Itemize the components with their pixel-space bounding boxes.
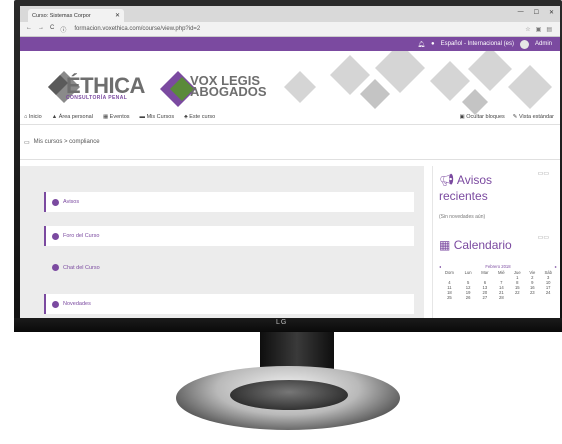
block-controls-icon[interactable]: ▭▭ bbox=[538, 170, 549, 177]
course-content: Avisos Foro del Curso Chat del Curso Nov… bbox=[20, 166, 424, 318]
calendar-block-title: ▦ Calendario bbox=[439, 238, 512, 252]
monitor-logo: LG bbox=[276, 319, 288, 326]
address-bar: ← → C ⓘ formacion.voxethica.com/course/v… bbox=[20, 22, 560, 37]
calendar: ◂ Febrero 2018 ▸ Dom Lun Mar Mié Jue Vie… bbox=[439, 264, 557, 300]
forward-icon[interactable]: → bbox=[38, 25, 44, 34]
back-icon[interactable]: ← bbox=[26, 25, 32, 34]
day[interactable]: 25 bbox=[439, 295, 460, 300]
section-chat[interactable]: Chat del Curso bbox=[44, 264, 100, 271]
folder-icon: ▭ bbox=[24, 139, 30, 146]
browser-tab[interactable]: Curso: Sistemas Corpor ✕ bbox=[28, 9, 124, 22]
breadcrumb-text[interactable]: Mis cursos > compliance bbox=[34, 139, 100, 145]
star-icon[interactable]: ☆ bbox=[525, 26, 530, 33]
megaphone-icon: 📢︎ bbox=[439, 173, 455, 187]
calendar-month: Febrero 2018 bbox=[485, 264, 511, 269]
screen: Curso: Sistemas Corpor ✕ — ☐ ✕ ← → C ⓘ f… bbox=[20, 6, 560, 318]
chat-icon[interactable]: ● bbox=[431, 41, 435, 47]
hide-blocks-button[interactable]: ▣ Ocultar bloques bbox=[460, 114, 505, 120]
partner-name: VOX LEGIS ABOGADOS bbox=[190, 74, 267, 99]
calendar-grid: Dom Lun Mar Mié Jue Vie Sáb 1 2 3 4 5 6 … bbox=[439, 270, 557, 300]
menu-item-eventos[interactable]: ▦ Eventos bbox=[103, 114, 130, 120]
close-tab-icon[interactable]: ✕ bbox=[115, 12, 120, 19]
menu-icon[interactable]: ▤ bbox=[546, 26, 552, 33]
day[interactable] bbox=[525, 295, 539, 300]
language-selector[interactable]: Español - Internacional (es) bbox=[441, 41, 514, 47]
prev-month-icon[interactable]: ◂ bbox=[439, 264, 441, 269]
monitor-chin bbox=[14, 318, 562, 332]
forum-icon bbox=[52, 198, 59, 206]
maximize-icon[interactable]: ☐ bbox=[534, 9, 539, 16]
section-foro[interactable]: Foro del Curso bbox=[44, 226, 414, 246]
extension-icon[interactable]: ▣ bbox=[536, 26, 542, 33]
menu-item-este-curso[interactable]: ♣ Este curso bbox=[184, 114, 215, 120]
chat-icon bbox=[52, 264, 59, 271]
minimize-icon[interactable]: — bbox=[518, 9, 524, 16]
section-label: Foro del Curso bbox=[63, 233, 100, 239]
avatar[interactable] bbox=[519, 39, 529, 49]
section-label: Novedades bbox=[63, 301, 91, 307]
site-topbar: 🔔︎ ● Español - Internacional (es) Admin bbox=[20, 37, 560, 51]
reload-icon[interactable]: C bbox=[50, 25, 54, 34]
user-menu[interactable]: Admin bbox=[535, 41, 552, 47]
menu-item-inicio[interactable]: ⌂ Inicio bbox=[24, 114, 42, 120]
url-field[interactable]: formacion.voxethica.com/course/view.php?… bbox=[74, 26, 200, 32]
section-label: Avisos bbox=[63, 199, 80, 205]
tab-title: Curso: Sistemas Corpor bbox=[32, 12, 91, 19]
day[interactable] bbox=[509, 295, 525, 300]
site-header: ÉTHICA CONSULTORÍA PENAL VOX LEGIS ABOGA… bbox=[20, 51, 560, 119]
day[interactable]: 27 bbox=[476, 295, 493, 300]
day[interactable]: 26 bbox=[460, 295, 477, 300]
breadcrumb: ▭ Mis cursos > compliance bbox=[20, 124, 560, 160]
section-avisos[interactable]: Avisos bbox=[44, 192, 414, 212]
window-controls: — ☐ ✕ bbox=[518, 9, 554, 16]
monitor-base-center bbox=[230, 380, 348, 410]
bell-icon[interactable]: 🔔︎ bbox=[417, 41, 425, 48]
news-icon bbox=[52, 300, 59, 308]
menu-item-area-personal[interactable]: ▲ Área personal bbox=[52, 114, 93, 120]
section-label: Chat del Curso bbox=[63, 264, 100, 271]
brand-subtitle: CONSULTORÍA PENAL bbox=[66, 95, 128, 101]
section-novedades[interactable]: Novedades bbox=[44, 294, 414, 314]
calendar-icon: ▦ bbox=[439, 238, 451, 252]
partner-line-2: ABOGADOS bbox=[190, 84, 267, 99]
next-month-icon[interactable]: ▸ bbox=[555, 264, 557, 269]
main-menu: ⌂ Inicio ▲ Área personal ▦ Eventos ▬ Mis… bbox=[20, 110, 560, 123]
day[interactable]: 28 bbox=[493, 295, 509, 300]
sidebar: ▭▭ 📢︎ Avisos recientes (Sin novedades aú… bbox=[432, 166, 560, 318]
browser-titlebar: Curso: Sistemas Corpor ✕ — ☐ ✕ bbox=[20, 6, 560, 22]
info-icon[interactable]: ⓘ bbox=[60, 25, 66, 34]
standard-view-button[interactable]: ✎ Vista estándar bbox=[513, 114, 554, 120]
block-controls-icon[interactable]: ▭▭ bbox=[538, 234, 549, 241]
menu-item-mis-cursos[interactable]: ▬ Mis Cursos bbox=[140, 114, 175, 120]
avisos-block-title: 📢︎ Avisos recientes bbox=[439, 173, 493, 203]
forum-icon bbox=[52, 232, 59, 240]
close-window-icon[interactable]: ✕ bbox=[549, 9, 554, 16]
avisos-note: (Sin novedades aún) bbox=[439, 214, 486, 220]
day[interactable] bbox=[539, 295, 557, 300]
